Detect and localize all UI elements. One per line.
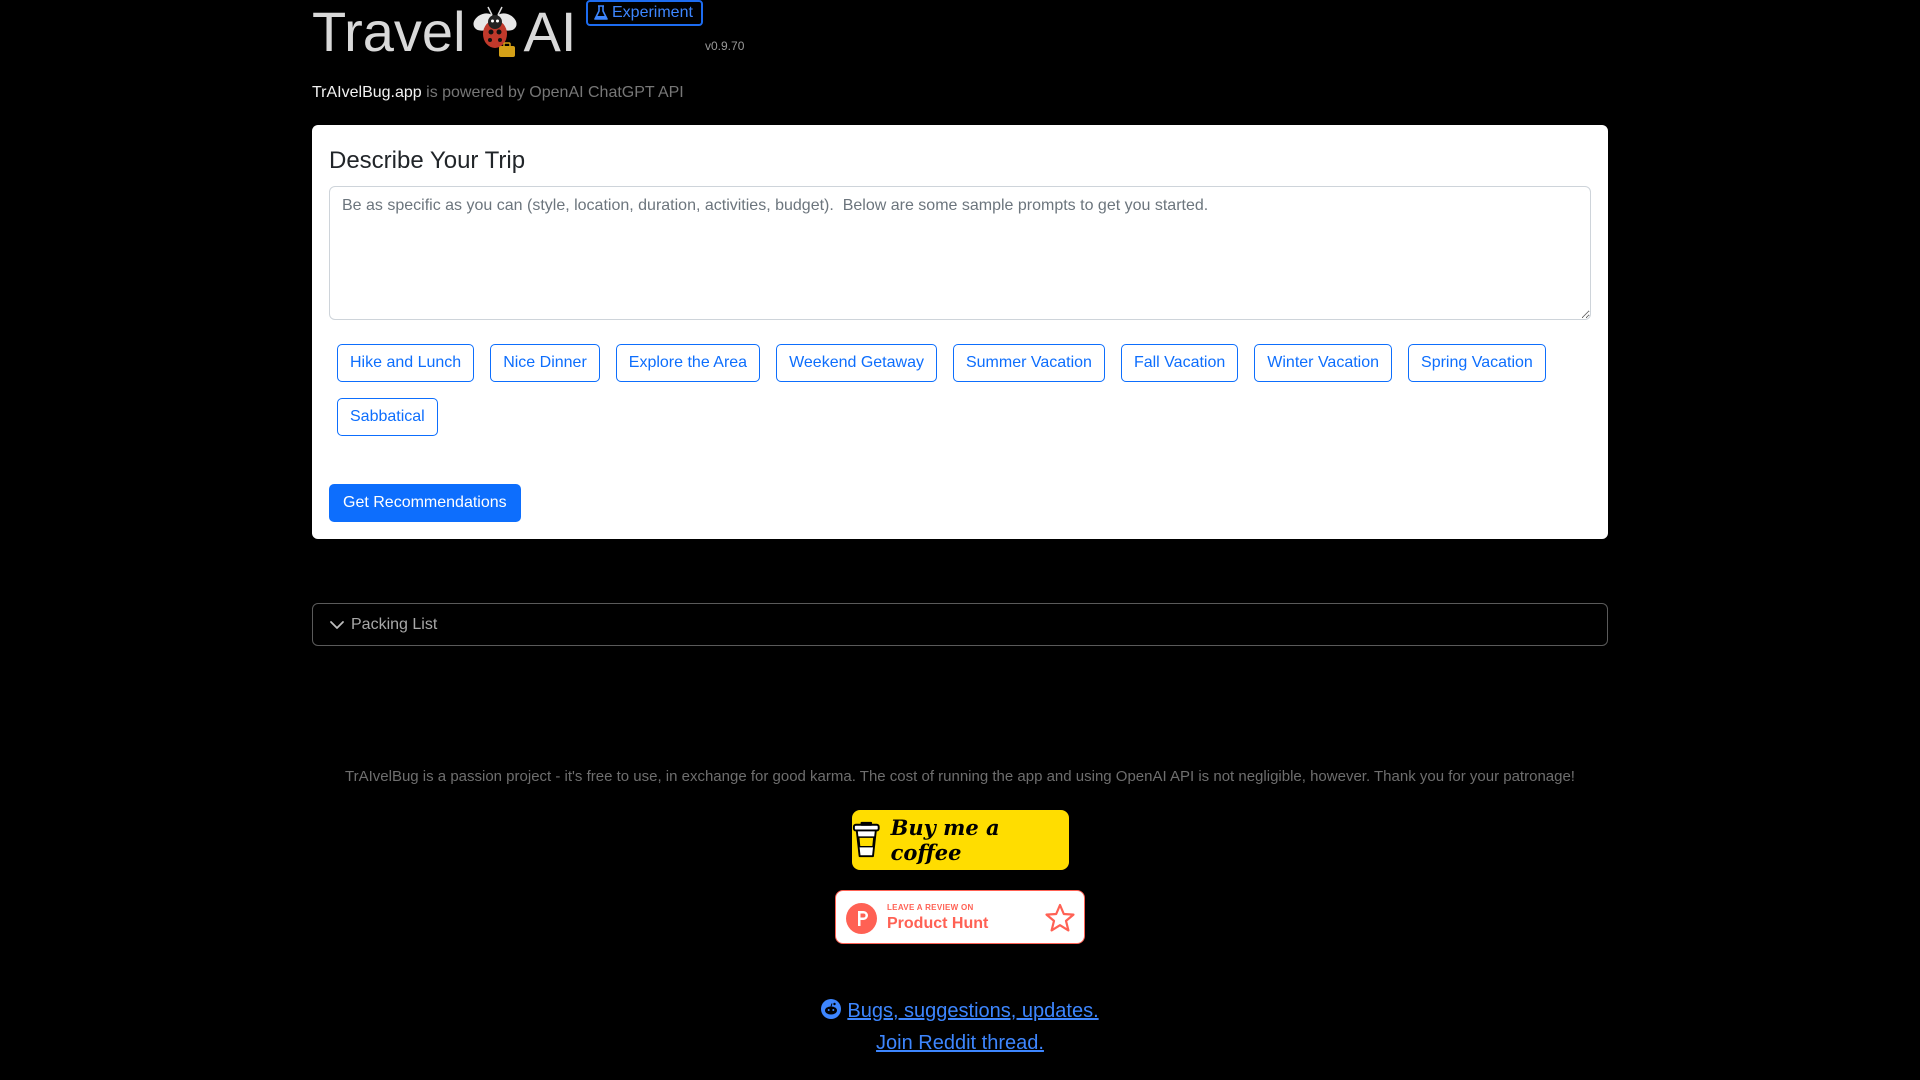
product-hunt-logo-icon — [846, 903, 877, 934]
trip-description-input[interactable] — [329, 186, 1591, 320]
prompt-button-fall-vacation[interactable]: Fall Vacation — [1120, 344, 1239, 382]
reddit-icon — [821, 998, 842, 1028]
ph-small-label: LEAVE A REVIEW ON — [887, 903, 974, 912]
reddit-line-2: Join Reddit thread. — [0, 1028, 1920, 1058]
title-right: AI — [523, 0, 577, 63]
powered-by-line: TrAIvelBug.app is powered by OpenAI Chat… — [312, 84, 684, 102]
experiment-badge: Experiment — [586, 0, 703, 26]
ladybug-bot-icon — [470, 0, 520, 64]
version-label: v0.9.70 — [705, 39, 745, 53]
card-title: Describe Your Trip — [329, 147, 526, 174]
buy-me-a-coffee-button[interactable]: Buy me a coffee — [852, 810, 1069, 870]
prompt-button-sabbatical[interactable]: Sabbatical — [337, 398, 438, 436]
accordion-label: Packing List — [351, 615, 438, 633]
ph-big-label: Product Hunt — [887, 915, 989, 932]
prompt-button-weekend-getaway[interactable]: Weekend Getaway — [776, 344, 937, 382]
sample-prompts: Hike and Lunch Nice Dinner Explore the A… — [337, 344, 1599, 436]
experiment-label: Experiment — [612, 4, 693, 21]
header: Travel AI Experiment v0.9.70 TrAIvelBug.… — [312, 0, 1608, 110]
coffee-label: Buy me a coffee — [890, 815, 1000, 865]
chevron-down-icon — [330, 620, 344, 629]
page: Travel AI Experiment v0.9.70 TrAIvelBug.… — [0, 0, 1920, 1080]
footer-message: TrAIvelBug is a passion project - it's f… — [345, 768, 1575, 785]
bugs-suggestions-link[interactable]: Bugs, suggestions, updates. — [847, 1000, 1098, 1022]
app-title: Travel AI — [312, 0, 576, 70]
prompt-button-hike-and-lunch[interactable]: Hike and Lunch — [337, 344, 475, 382]
powered-by-text: is powered by OpenAI ChatGPT API — [421, 84, 684, 101]
trip-card: Describe Your Trip Hike and Lunch Nice D… — [312, 125, 1608, 539]
star-icon — [1045, 903, 1075, 932]
flask-icon — [594, 5, 608, 20]
prompt-button-summer-vacation[interactable]: Summer Vacation — [952, 344, 1105, 382]
reddit-links: Bugs, suggestions, updates. Join Reddit … — [0, 996, 1920, 1058]
join-reddit-thread-link[interactable]: Join Reddit thread. — [876, 1032, 1044, 1054]
get-recommendations-button[interactable]: Get Recommendations — [329, 484, 521, 522]
prompt-button-winter-vacation[interactable]: Winter Vacation — [1254, 344, 1393, 382]
brand-name: TrAIvelBug.app — [312, 84, 422, 101]
packing-list-accordion[interactable]: Packing List — [312, 603, 1608, 646]
prompt-button-explore-the-area[interactable]: Explore the Area — [615, 344, 761, 382]
prompt-button-spring-vacation[interactable]: Spring Vacation — [1408, 344, 1546, 382]
title-left: Travel — [312, 0, 466, 63]
reddit-line-1: Bugs, suggestions, updates. — [0, 996, 1920, 1028]
prompt-button-nice-dinner[interactable]: Nice Dinner — [490, 344, 600, 382]
coffee-cup-icon — [852, 821, 880, 858]
product-hunt-review-badge[interactable]: LEAVE A REVIEW ON Product Hunt — [835, 890, 1085, 944]
